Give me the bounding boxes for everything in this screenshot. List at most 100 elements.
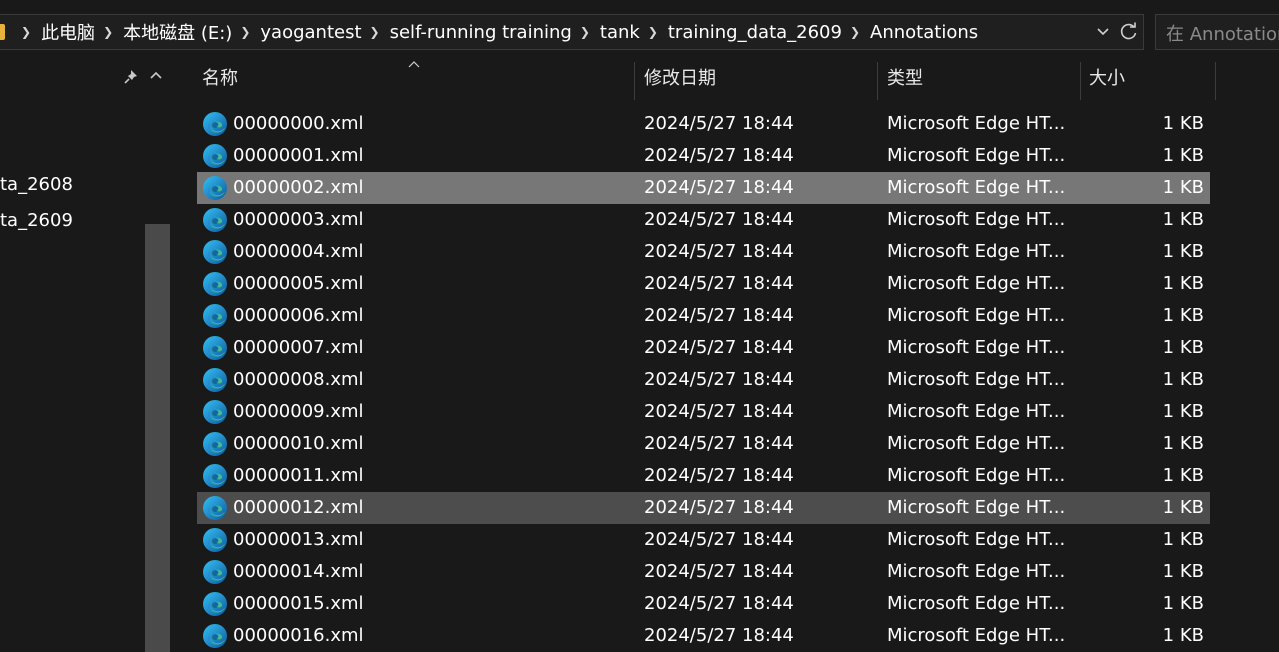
- file-row[interactable]: 00000008.xml 2024/5/27 18:44 Microsoft Edg…: [197, 364, 1210, 396]
- file-size: 1 KB: [1162, 433, 1204, 454]
- file-row[interactable]: 00000002.xml 2024/5/27 18:44 Microsoft Edg…: [197, 172, 1210, 204]
- column-header: 名称 修改日期 类型 大小: [170, 61, 1279, 100]
- file-size: 1 KB: [1162, 113, 1204, 134]
- search-input[interactable]: 在 Annotations 中搜索: [1155, 14, 1279, 50]
- file-row[interactable]: 00000011.xml 2024/5/27 18:44 Microsoft Edg…: [197, 460, 1210, 492]
- chevron-right-icon[interactable]: ❯: [362, 25, 390, 39]
- file-type: Microsoft Edge HT...: [887, 177, 1066, 198]
- file-modified-date: 2024/5/27 18:44: [644, 497, 794, 518]
- address-bar[interactable]: ❯ 此电脑 ❯ 本地磁盘 (E:) ❯ yaogantest ❯ self-ru…: [0, 14, 1144, 50]
- file-name: 00000007.xml: [233, 337, 364, 358]
- file-modified-date: 2024/5/27 18:44: [644, 113, 794, 134]
- edge-html-file-icon: [202, 335, 228, 361]
- column-header-size[interactable]: 大小: [1089, 62, 1125, 100]
- file-row[interactable]: 00000001.xml 2024/5/27 18:44 Microsoft Edg…: [197, 140, 1210, 172]
- file-row[interactable]: 00000010.xml 2024/5/27 18:44 Microsoft Edg…: [197, 428, 1210, 460]
- file-modified-date: 2024/5/27 18:44: [644, 369, 794, 390]
- file-type: Microsoft Edge HT...: [887, 593, 1066, 614]
- file-size: 1 KB: [1162, 209, 1204, 230]
- edge-html-file-icon: [202, 431, 228, 457]
- file-modified-date: 2024/5/27 18:44: [644, 561, 794, 582]
- file-type: Microsoft Edge HT...: [887, 497, 1066, 518]
- chevron-right-icon[interactable]: ❯: [13, 25, 41, 39]
- refresh-icon[interactable]: [1119, 22, 1139, 42]
- file-type: Microsoft Edge HT...: [887, 561, 1066, 582]
- edge-html-file-icon: [202, 623, 228, 649]
- file-size: 1 KB: [1162, 625, 1204, 646]
- breadcrumb: ❯ 此电脑 ❯ 本地磁盘 (E:) ❯ yaogantest ❯ self-ru…: [13, 15, 978, 49]
- column-divider[interactable]: [634, 62, 635, 100]
- file-size: 1 KB: [1162, 337, 1204, 358]
- edge-html-file-icon: [202, 143, 228, 169]
- file-name: 00000001.xml: [233, 145, 364, 166]
- file-name: 00000004.xml: [233, 241, 364, 262]
- file-name: 00000000.xml: [233, 113, 364, 134]
- file-type: Microsoft Edge HT...: [887, 465, 1066, 486]
- breadcrumb-item-annotations[interactable]: Annotations: [870, 22, 978, 43]
- file-size: 1 KB: [1162, 145, 1204, 166]
- chevron-right-icon[interactable]: ❯: [640, 25, 668, 39]
- file-type: Microsoft Edge HT...: [887, 241, 1066, 262]
- file-row[interactable]: 00000007.xml 2024/5/27 18:44 Microsoft Edg…: [197, 332, 1210, 364]
- navigation-pane: ta_2608 ta_2609: [0, 62, 170, 652]
- breadcrumb-item-self-running-training[interactable]: self-running training: [390, 22, 572, 43]
- file-type: Microsoft Edge HT...: [887, 369, 1066, 390]
- file-row[interactable]: 00000009.xml 2024/5/27 18:44 Microsoft Edg…: [197, 396, 1210, 428]
- file-modified-date: 2024/5/27 18:44: [644, 273, 794, 294]
- breadcrumb-item-training-data-2609[interactable]: training_data_2609: [668, 22, 842, 43]
- file-type: Microsoft Edge HT...: [887, 433, 1066, 454]
- file-size: 1 KB: [1162, 497, 1204, 518]
- edge-html-file-icon: [202, 111, 228, 137]
- file-type: Microsoft Edge HT...: [887, 209, 1066, 230]
- nav-item-training-data-2608[interactable]: ta_2608: [0, 174, 73, 195]
- file-size: 1 KB: [1162, 529, 1204, 550]
- column-header-date[interactable]: 修改日期: [644, 62, 716, 100]
- nav-scrollbar-thumb[interactable]: [145, 224, 170, 652]
- chevron-right-icon[interactable]: ❯: [572, 25, 600, 39]
- file-type: Microsoft Edge HT...: [887, 337, 1066, 358]
- file-row[interactable]: 00000003.xml 2024/5/27 18:44 Microsoft Edg…: [197, 204, 1210, 236]
- breadcrumb-item-yaogantest[interactable]: yaogantest: [260, 22, 361, 43]
- file-name: 00000010.xml: [233, 433, 364, 454]
- edge-html-file-icon: [202, 559, 228, 585]
- file-modified-date: 2024/5/27 18:44: [644, 337, 794, 358]
- edge-html-file-icon: [202, 175, 228, 201]
- breadcrumb-item-tank[interactable]: tank: [600, 22, 640, 43]
- breadcrumb-item-this-pc[interactable]: 此电脑: [41, 19, 95, 45]
- file-row[interactable]: 00000006.xml 2024/5/27 18:44 Microsoft Edg…: [197, 300, 1210, 332]
- file-row[interactable]: 00000000.xml 2024/5/27 18:44 Microsoft Edg…: [197, 108, 1210, 140]
- edge-html-file-icon: [202, 591, 228, 617]
- file-type: Microsoft Edge HT...: [887, 401, 1066, 422]
- file-type: Microsoft Edge HT...: [887, 529, 1066, 550]
- file-size: 1 KB: [1162, 369, 1204, 390]
- column-divider[interactable]: [1215, 62, 1216, 100]
- edge-html-file-icon: [202, 271, 228, 297]
- breadcrumb-item-drive-e[interactable]: 本地磁盘 (E:): [123, 19, 232, 45]
- file-row[interactable]: 00000015.xml 2024/5/27 18:44 Microsoft Edg…: [197, 588, 1210, 620]
- edge-html-file-icon: [202, 495, 228, 521]
- file-row[interactable]: 00000004.xml 2024/5/27 18:44 Microsoft Edg…: [197, 236, 1210, 268]
- column-header-type[interactable]: 类型: [887, 62, 923, 100]
- file-modified-date: 2024/5/27 18:44: [644, 401, 794, 422]
- chevron-right-icon[interactable]: ❯: [95, 25, 123, 39]
- file-row[interactable]: 00000016.xml 2024/5/27 18:44 Microsoft Edg…: [197, 620, 1210, 652]
- file-modified-date: 2024/5/27 18:44: [644, 177, 794, 198]
- column-header-name[interactable]: 名称: [202, 62, 238, 100]
- file-row[interactable]: 00000012.xml 2024/5/27 18:44 Microsoft Edg…: [197, 492, 1210, 524]
- file-size: 1 KB: [1162, 593, 1204, 614]
- file-row[interactable]: 00000014.xml 2024/5/27 18:44 Microsoft Edg…: [197, 556, 1210, 588]
- pin-icon[interactable]: [122, 68, 140, 86]
- chevron-up-icon[interactable]: [149, 68, 163, 82]
- edge-html-file-icon: [202, 207, 228, 233]
- chevron-right-icon[interactable]: ❯: [232, 25, 260, 39]
- nav-item-training-data-2609[interactable]: ta_2609: [0, 210, 73, 231]
- chevron-down-icon[interactable]: [1096, 25, 1110, 39]
- column-divider[interactable]: [1080, 62, 1081, 100]
- file-row[interactable]: 00000005.xml 2024/5/27 18:44 Microsoft Edg…: [197, 268, 1210, 300]
- chevron-right-icon[interactable]: ❯: [842, 25, 870, 39]
- column-divider[interactable]: [877, 62, 878, 100]
- file-modified-date: 2024/5/27 18:44: [644, 529, 794, 550]
- file-row[interactable]: 00000013.xml 2024/5/27 18:44 Microsoft Edg…: [197, 524, 1210, 556]
- file-type: Microsoft Edge HT...: [887, 273, 1066, 294]
- file-size: 1 KB: [1162, 465, 1204, 486]
